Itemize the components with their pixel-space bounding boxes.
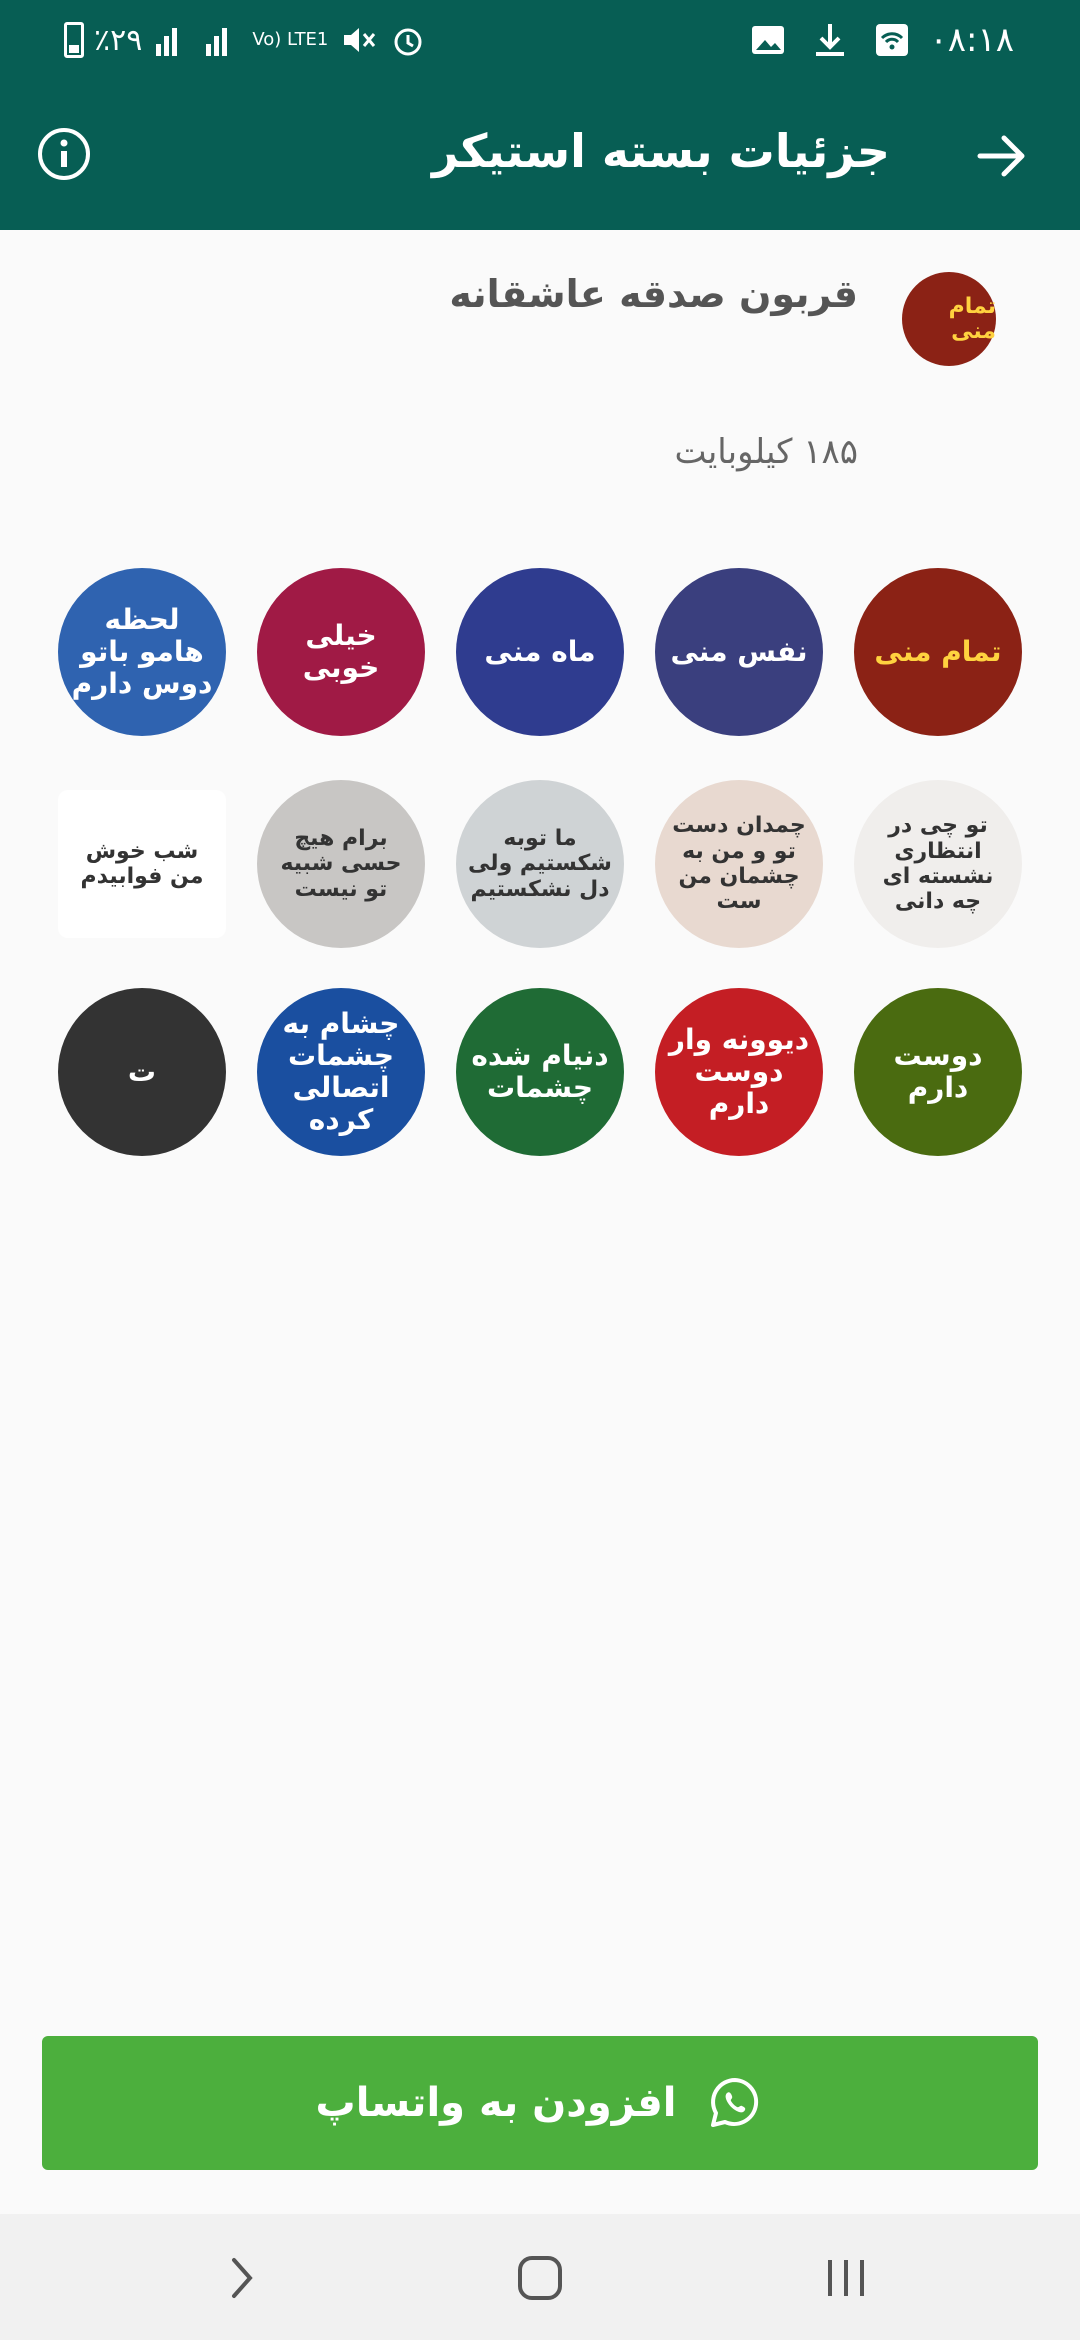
status-right-icons — [748, 20, 912, 60]
status-left: ٪۲۹ Vo) LTE1 — [64, 20, 428, 60]
sticker-text: چمدان دست تو و من به چشمان من ست — [672, 813, 806, 915]
page-title: جزئیات بسته استیکر — [431, 124, 890, 178]
pack-tray-icon: تمام منی — [902, 272, 996, 366]
info-icon[interactable] — [36, 126, 92, 182]
battery-level: ٪۲۹ — [94, 22, 143, 58]
sticker-text: ماه منی — [484, 634, 596, 668]
home-nav-icon[interactable] — [512, 2250, 568, 2306]
sticker-grid: تمام منی نفس منی ماه منی خیلی خوبی لحظه هامو… — [58, 568, 1022, 1168]
sticker-text: دیوونه وار دوست دارم — [668, 1022, 810, 1121]
sticker-5[interactable]: لحظه هامو باتو دوس دارم — [58, 568, 226, 736]
sticker-1[interactable]: تمام منی — [854, 568, 1022, 736]
sticker-text: ما توبه شکستیم ولی دل نشکستیم — [468, 826, 612, 902]
sticker-13[interactable]: دنیام شده چشمات — [456, 988, 624, 1156]
sticker-text: لحظه هامو باتو دوس دارم — [71, 602, 213, 701]
sticker-text: برام هیچ حسی شبیه تو نیست — [280, 826, 402, 902]
signal-icon-2 — [206, 28, 228, 56]
add-to-whatsapp-button[interactable]: افزودن به واتساپ — [42, 2036, 1038, 2170]
battery-icon — [64, 22, 84, 58]
pack-name: قربون صدقه عاشقانه — [449, 272, 858, 316]
pack-size: ۱۸۵ کیلوبایت — [674, 432, 858, 472]
sticker-text: تمام منی — [874, 634, 1002, 668]
sticker-text: تو چی در انتظاری نشسته ای چه دانی — [882, 813, 994, 915]
sticker-6[interactable]: تو چی در انتظاری نشسته ای چه دانی — [854, 780, 1022, 948]
sticker-text: شب خوش من فوابیدم — [80, 838, 204, 889]
sticker-12[interactable]: دیوونه وار دوست دارم — [655, 988, 823, 1156]
mute-icon — [344, 28, 376, 52]
clock: ۰۸:۱۸ — [929, 20, 1014, 60]
image-icon — [752, 26, 784, 54]
whatsapp-icon — [711, 2078, 759, 2127]
network-label: Vo) LTE1 — [252, 29, 329, 50]
download-icon — [816, 24, 844, 56]
sticker-10[interactable]: شب خوش من فوابیدم — [58, 790, 226, 938]
pack-icon-text: تمام منی — [948, 294, 996, 344]
sticker-3[interactable]: ماه منی — [456, 568, 624, 736]
sticker-4[interactable]: خیلی خوبی — [257, 568, 425, 736]
navigation-bar — [0, 2214, 1080, 2340]
add-button-label: افزودن به واتساپ — [315, 2080, 677, 2126]
sticker-8[interactable]: ما توبه شکستیم ولی دل نشکستیم — [456, 780, 624, 948]
sticker-9[interactable]: برام هیچ حسی شبیه تو نیست — [257, 780, 425, 948]
sticker-14[interactable]: چشام به چشمات اتصالی کرده — [257, 988, 425, 1156]
sticker-7[interactable]: چمدان دست تو و من به چشمان من ست — [655, 780, 823, 948]
status-bar: ٪۲۹ Vo) LTE1 ۰۸:۱۸ — [0, 0, 1080, 84]
sticker-text: دوست دارم — [893, 1038, 983, 1104]
signal-icon — [156, 28, 178, 56]
sticker-text: خیلی خوبی — [302, 618, 380, 684]
sticker-text: ت — [127, 1054, 157, 1088]
toolbar: جزئیات بسته استیکر — [0, 84, 1080, 230]
sticker-text: چشام به چشمات اتصالی کرده — [282, 1006, 400, 1137]
sticker-15[interactable]: ت — [58, 988, 226, 1156]
sticker-2[interactable]: نفس منی — [655, 568, 823, 736]
wifi-icon — [876, 24, 908, 56]
back-nav-icon[interactable] — [214, 2250, 270, 2306]
recents-nav-icon[interactable] — [818, 2250, 874, 2306]
sticker-text: دنیام شده چشمات — [471, 1038, 609, 1104]
sticker-text: نفس منی — [670, 634, 808, 668]
alarm-icon — [394, 28, 422, 56]
sticker-11[interactable]: دوست دارم — [854, 988, 1022, 1156]
arrow-right-icon[interactable] — [970, 124, 1034, 188]
